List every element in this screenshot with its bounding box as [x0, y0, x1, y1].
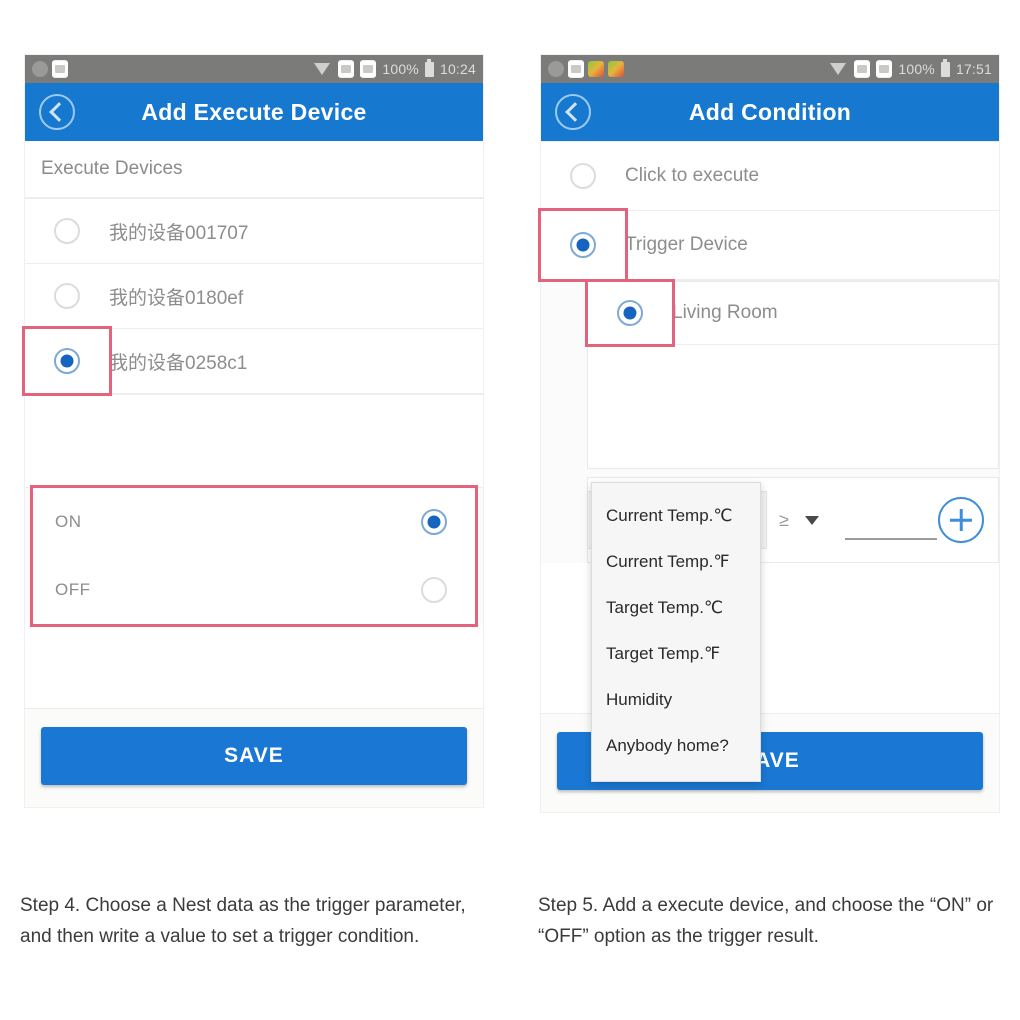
list-item[interactable]: Click to execute [541, 142, 999, 211]
on-off-option-group[interactable]: ON OFF [33, 488, 475, 624]
sd-card-icon [854, 60, 871, 78]
wifi-icon [830, 63, 847, 75]
radio-icon[interactable] [421, 577, 447, 603]
radio-icon[interactable] [54, 283, 80, 309]
section-label-execute-devices: Execute Devices [25, 141, 483, 198]
sd-card-icon [338, 60, 355, 78]
device-radio-cell[interactable] [25, 199, 109, 263]
device-label: 我的设备0180ef [109, 287, 244, 309]
table-row[interactable]: 我的设备0180ef [25, 264, 483, 329]
table-row[interactable]: 我的设备001707 [25, 199, 483, 264]
menu-item-current-temp-c[interactable]: Current Temp.℃ [592, 493, 760, 539]
face-icon [548, 61, 564, 77]
menu-item-anybody-home[interactable]: Anybody home? [592, 723, 760, 769]
list-item[interactable]: Trigger Device [541, 211, 999, 280]
status-bar-right-icons: 100% 10:24 [314, 58, 476, 78]
radio-icon[interactable] [421, 509, 447, 535]
parameter-dropdown-menu[interactable]: Current Temp.℃ Current Temp.℉ Target Tem… [591, 482, 761, 782]
battery-icon [940, 58, 950, 77]
list-item[interactable]: OFF [33, 556, 475, 624]
on-label: ON [55, 512, 82, 531]
trigger-device-label: Living Room [672, 302, 778, 323]
condition-type-label: Trigger Device [625, 234, 748, 255]
execute-device-list: 我的设备001707 我的设备0180ef 我的设备0258c1 [25, 198, 483, 395]
chevron-down-icon[interactable] [804, 515, 819, 525]
living-room-radio-cell[interactable] [588, 282, 672, 344]
menu-item-target-temp-c[interactable]: Target Temp.℃ [592, 585, 760, 631]
table-row[interactable]: 我的设备0258c1 [25, 329, 483, 394]
off-label: OFF [55, 580, 91, 599]
operator-select[interactable]: ≥ [779, 510, 819, 531]
menu-item-current-temp-f[interactable]: Current Temp.℉ [592, 539, 760, 585]
menu-item-target-temp-f[interactable]: Target Temp.℉ [592, 631, 760, 677]
radio-icon[interactable] [570, 232, 596, 258]
battery-percent: 100% [898, 61, 935, 77]
status-bar-right-icons: 100% 17:51 [830, 58, 992, 78]
click-to-execute-radio-cell[interactable] [541, 142, 625, 210]
wifi-icon [314, 63, 331, 75]
condition-type-list: Click to execute Trigger Device [541, 141, 999, 281]
app-bar-right: Add Condition [541, 83, 999, 141]
sd-card-icon [360, 60, 377, 78]
radio-icon[interactable] [617, 300, 643, 326]
device-radio-cell-selected[interactable] [25, 329, 109, 393]
status-bar-left: 100% 10:24 [25, 55, 483, 83]
radio-icon[interactable] [54, 218, 80, 244]
status-bar-left-icons [32, 60, 314, 78]
menu-item-humidity[interactable]: Humidity [592, 677, 760, 723]
tutorial-figure: 100% 10:24 Add Execute Device Execute De… [0, 0, 1020, 1020]
sd-card-icon [876, 60, 893, 78]
operator-symbol: ≥ [779, 509, 789, 530]
radio-icon[interactable] [54, 348, 80, 374]
page-title: Add Execute Device [141, 98, 367, 125]
device-label: 我的设备001707 [109, 222, 249, 244]
screenshot-icon [52, 60, 68, 78]
table-row[interactable]: Living Room [588, 282, 998, 345]
app-icon [588, 61, 604, 77]
plus-icon[interactable] [938, 497, 984, 543]
app-bar-left: Add Execute Device [25, 83, 483, 141]
list-item[interactable]: ON [33, 488, 475, 556]
battery-percent: 100% [382, 61, 419, 77]
blank-area-bottom [25, 624, 483, 709]
back-chevron-icon[interactable] [39, 94, 75, 130]
caption-step-5: Step 5. Add a execute device, and choose… [538, 895, 994, 948]
clock-time: 17:51 [955, 61, 992, 77]
device-label: 我的设备0258c1 [109, 352, 248, 374]
radio-icon[interactable] [570, 163, 596, 189]
blank-area-top [25, 395, 483, 488]
battery-icon [424, 58, 434, 77]
condition-type-label: Click to execute [625, 165, 760, 186]
phone-screenshot-left: 100% 10:24 Add Execute Device Execute De… [25, 55, 483, 807]
caption-step-4: Step 4. Choose a Nest data as the trigge… [20, 895, 466, 948]
device-radio-cell[interactable] [25, 264, 109, 328]
trigger-device-radio-cell[interactable] [541, 211, 625, 279]
page-title: Add Condition [688, 98, 852, 125]
back-chevron-icon[interactable] [555, 94, 591, 130]
phone-screenshot-right: 100% 17:51 Add Condition Click to execut… [541, 55, 999, 812]
clock-time: 10:24 [439, 61, 476, 77]
face-icon [32, 61, 48, 77]
save-bar-left: SAVE [25, 709, 483, 807]
save-button[interactable]: SAVE [41, 727, 467, 785]
status-bar-right: 100% 17:51 [541, 55, 999, 83]
screenshot-icon [568, 60, 584, 78]
app-icon [608, 61, 624, 77]
status-bar-left-icons [548, 60, 830, 78]
trigger-device-list: Living Room [587, 281, 999, 469]
value-input[interactable] [844, 508, 937, 540]
